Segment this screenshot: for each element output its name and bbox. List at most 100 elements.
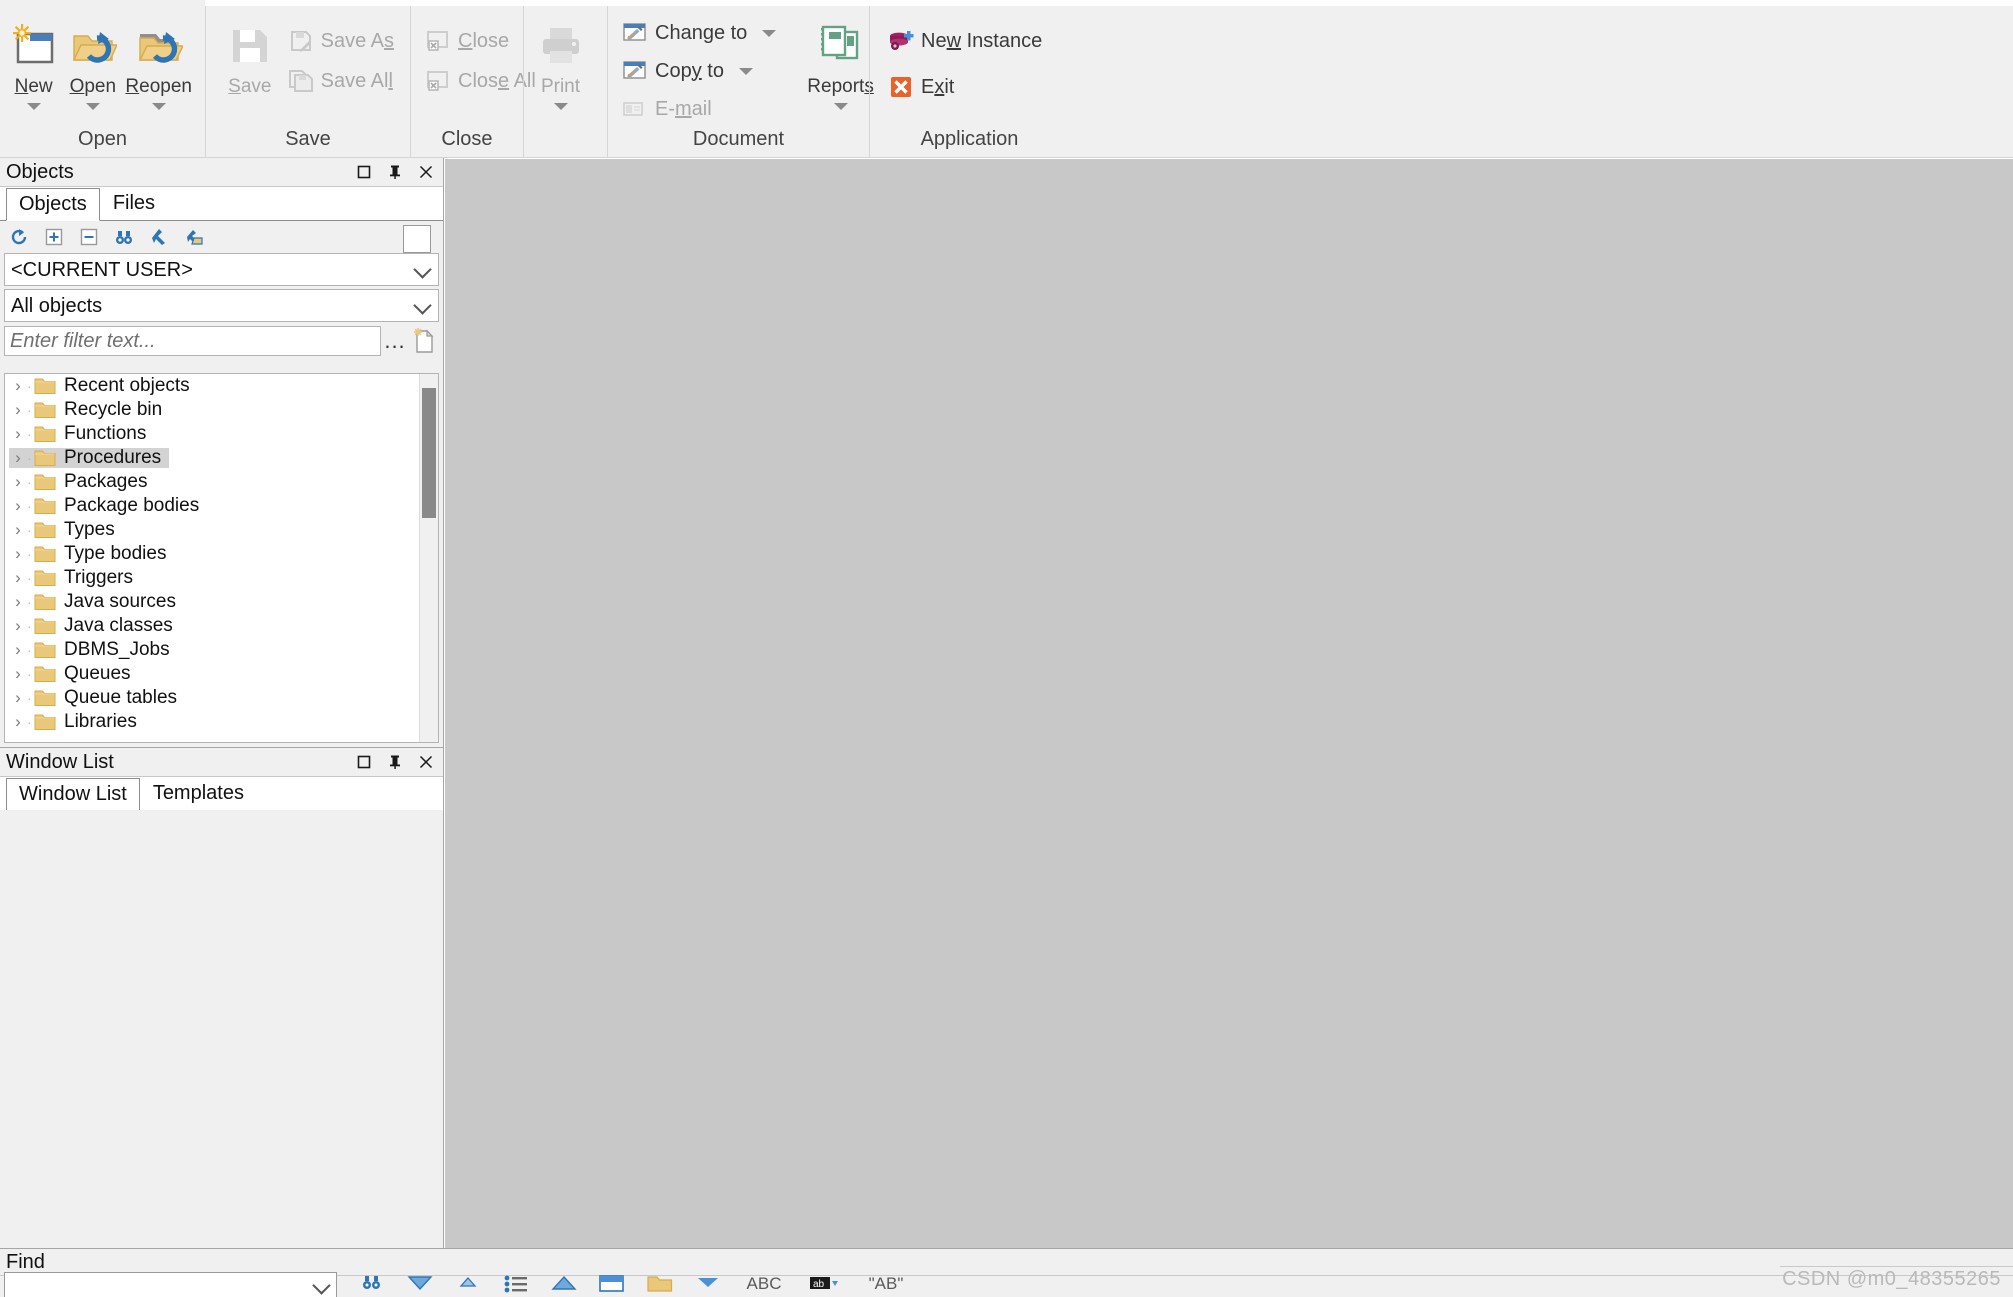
reports-dropdown-arrow[interactable] (833, 103, 848, 110)
window-list-close-icon[interactable] (417, 753, 435, 771)
triangle-down-blue-icon[interactable] (695, 1275, 721, 1297)
user-select[interactable]: <CURRENT USER> (4, 253, 439, 286)
triangle-down-icon[interactable] (407, 1275, 433, 1297)
folder-icon (34, 713, 60, 731)
chevron-right-icon[interactable]: › (9, 712, 27, 732)
tree-item-selected-wrap: › · Procedures (9, 448, 170, 468)
copy-to-caret-icon[interactable] (738, 67, 753, 75)
bold-black-icon[interactable]: ab (807, 1275, 843, 1297)
reports-button[interactable]: Reports (804, 14, 877, 110)
window-blue-icon[interactable] (599, 1275, 625, 1297)
print-button[interactable]: Print (524, 14, 597, 110)
triangle-up-small-icon[interactable] (455, 1275, 481, 1297)
object-type-select[interactable]: All objects (4, 289, 439, 322)
objects-tree-scroll-thumb[interactable] (422, 388, 436, 518)
tree-item[interactable]: › · Recent objects (5, 374, 420, 398)
open-dropdown-arrow[interactable] (85, 103, 100, 110)
tree-item-label: Package bodies (64, 495, 200, 516)
chevron-right-icon[interactable]: › (9, 688, 27, 708)
tree-item[interactable]: › · Types (5, 518, 420, 542)
ribbon-group-application-label: Application (920, 128, 1019, 150)
chevron-right-icon[interactable]: › (9, 424, 27, 444)
save-all-button[interactable]: Save All (282, 64, 400, 98)
tab-templates[interactable]: Templates (140, 777, 257, 810)
chevron-right-icon[interactable]: › (9, 520, 27, 540)
plus-box-icon[interactable] (43, 226, 65, 248)
chevron-right-icon[interactable]: › (9, 640, 27, 660)
chevron-right-icon[interactable]: › (9, 592, 27, 612)
tree-item[interactable]: › · Package bodies (5, 494, 420, 518)
objects-tree[interactable]: › · Recent objects › · Recycle bin › · Functions… (4, 373, 439, 743)
tree-item[interactable]: › · Recycle bin (5, 398, 420, 422)
triangle-up-icon[interactable] (551, 1275, 577, 1297)
binoculars-icon[interactable] (359, 1275, 385, 1297)
copy-to-button[interactable]: Copy to (616, 54, 782, 88)
chevron-right-icon[interactable]: › (9, 544, 27, 564)
find-bar-row: ABC ab "AB" (0, 1272, 2013, 1297)
open-button[interactable]: Open (63, 14, 122, 110)
bullet-list-icon[interactable] (503, 1275, 529, 1297)
new-filter-document-icon[interactable] (409, 328, 439, 354)
tab-window-list[interactable]: Window List (6, 778, 140, 811)
main-workspace (445, 158, 2013, 1248)
window-list-maximize-icon[interactable] (355, 753, 373, 771)
tree-item[interactable]: › · Java classes (5, 614, 420, 638)
new-dropdown-arrow[interactable] (26, 103, 41, 110)
find-input[interactable] (4, 1272, 337, 1297)
chevron-right-icon[interactable]: › (9, 400, 27, 420)
email-button[interactable]: E-mail (616, 92, 782, 126)
new-button[interactable]: New (4, 14, 63, 110)
tree-item[interactable]: › · Type bodies (5, 542, 420, 566)
change-to-caret-icon[interactable] (762, 29, 777, 37)
save-button[interactable]: Save (218, 14, 282, 98)
tree-item[interactable]: › · Triggers (5, 566, 420, 590)
ribbon-group-open: New Open Reopen Open (0, 6, 205, 158)
window-list-content (0, 810, 443, 1248)
tree-item[interactable]: › · Libraries (5, 710, 420, 734)
folder-yellow-icon[interactable] (647, 1275, 673, 1297)
tab-files[interactable]: Files (100, 187, 168, 220)
chevron-right-icon[interactable]: › (9, 568, 27, 588)
minus-box-icon[interactable] (78, 226, 100, 248)
tree-item[interactable]: › · Queues (5, 662, 420, 686)
quoted-ab-icon[interactable]: "AB" (865, 1275, 907, 1297)
filter-input[interactable]: Enter filter text... (4, 326, 381, 356)
objects-panel-close-icon[interactable] (417, 163, 435, 181)
tree-item[interactable]: › · Queue tables (5, 686, 420, 710)
arrow-folder-icon[interactable] (183, 226, 205, 248)
tree-item-label: Libraries (64, 711, 137, 732)
tree-item[interactable]: › · Packages (5, 470, 420, 494)
chevron-right-icon[interactable]: › (9, 376, 27, 396)
chevron-right-icon[interactable]: › (9, 496, 27, 516)
tree-item[interactable]: › · Functions (5, 422, 420, 446)
refresh-circular-arrow-icon[interactable] (8, 226, 30, 248)
tab-objects[interactable]: Objects (6, 188, 100, 221)
tree-item[interactable]: › · Java sources (5, 590, 420, 614)
abc-text-icon[interactable]: ABC (743, 1275, 785, 1297)
exit-button[interactable]: Exit (882, 70, 1048, 104)
chevron-right-icon[interactable]: › (9, 472, 27, 492)
objects-tree-scrollbar[interactable] (419, 374, 438, 742)
objects-toolbar-options-box[interactable] (403, 225, 431, 253)
chevron-right-icon[interactable]: › (9, 448, 27, 468)
chevron-right-icon[interactable]: › (9, 664, 27, 684)
change-to-button[interactable]: Change to (616, 16, 782, 50)
reopen-dropdown-arrow[interactable] (151, 103, 166, 110)
folder-icon (34, 641, 60, 659)
binoculars-icon[interactable] (113, 226, 135, 248)
objects-panel-maximize-icon[interactable] (355, 163, 373, 181)
arrow-pointer-icon[interactable] (148, 226, 170, 248)
new-instance-button[interactable]: New Instance (882, 24, 1048, 58)
tree-item[interactable]: › · DBMS_Jobs (5, 638, 420, 662)
print-dropdown-arrow[interactable] (553, 103, 568, 110)
folder-icon (34, 569, 60, 587)
objects-panel-push-pin-icon[interactable] (386, 163, 404, 181)
printer-icon (538, 18, 584, 74)
window-list-push-pin-icon[interactable] (386, 753, 404, 771)
reopen-button[interactable]: Reopen (122, 14, 195, 110)
new-button-label: New (14, 76, 53, 97)
save-as-button[interactable]: Save As (282, 24, 400, 58)
tree-item[interactable]: › · Procedures (5, 446, 420, 470)
chevron-right-icon[interactable]: › (9, 616, 27, 636)
filter-options-button[interactable]: ... (381, 328, 409, 354)
